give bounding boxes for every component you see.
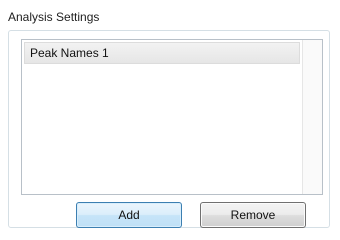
analysis-settings-title: Analysis Settings <box>8 10 100 24</box>
list-item[interactable]: Peak Names 1 <box>24 42 300 64</box>
remove-button[interactable]: Remove <box>200 202 306 228</box>
peak-names-listbox[interactable]: Peak Names 1 <box>21 39 323 195</box>
scrollbar[interactable] <box>302 40 322 194</box>
analysis-settings-group: Peak Names 1 Add Remove <box>8 30 330 228</box>
add-button[interactable]: Add <box>76 202 182 228</box>
